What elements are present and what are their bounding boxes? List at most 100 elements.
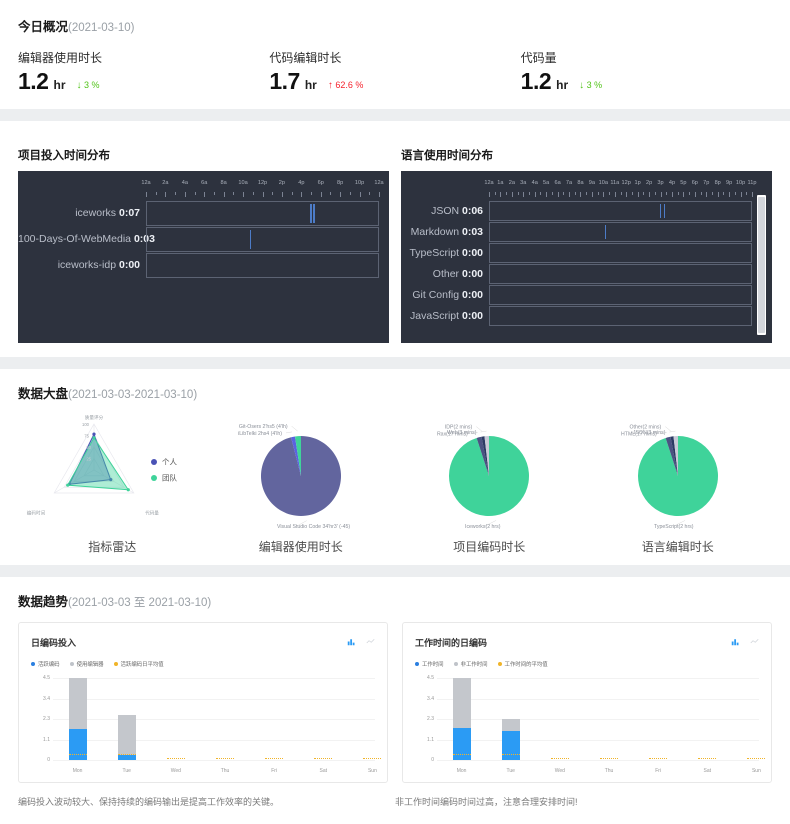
project-axis-tick — [204, 192, 206, 197]
trend-legend-item[interactable]: 工作时间 — [415, 660, 444, 668]
metric-value-row: 1.7 hr ↑ 62.6 % — [269, 70, 520, 93]
language-row-track — [489, 242, 752, 263]
trend-date-range: (2021-03-03 至 2021-03-10) — [68, 597, 212, 609]
project-axis-label: 12a — [374, 180, 384, 186]
project-row-time: 0:00 — [118, 259, 140, 271]
dashboard-card: 数据大盘(2021-03-03-2021-03-10) 质量评分 代码量 编码时间 1… — [0, 369, 790, 565]
radar-label: 75 — [85, 434, 90, 439]
language-axis-label: 3a — [520, 180, 527, 186]
pie-chart: Visual Studio Code 34'hr3' (-45) iLibTelk… — [238, 424, 350, 530]
project-row-name: iceworks — [75, 207, 119, 219]
trend-legend-label: 活跃编码日平均值 — [120, 662, 164, 668]
language-axis-tick-minor — [677, 192, 679, 195]
trend-legend-item[interactable]: 非工作时间 — [453, 660, 488, 668]
project-axis-tick-minor — [252, 192, 254, 195]
line-chart-icon[interactable] — [750, 633, 759, 651]
metric-unit: hr — [304, 78, 317, 92]
metric-delta: ↑ 62.6 % — [327, 80, 364, 91]
grid-line — [53, 678, 375, 679]
language-row-name: Git Config — [412, 288, 462, 301]
trend-bar[interactable] — [452, 678, 471, 760]
trend-legend-item[interactable]: 工作时间的平均值 — [497, 660, 548, 668]
language-axis-tick — [717, 192, 719, 197]
grid-line — [53, 719, 375, 720]
trend-legend-item[interactable]: 使用编辑器 — [69, 660, 104, 668]
trend-bar-segment-idle — [117, 715, 136, 756]
radar-caption: 指标雷达 — [88, 540, 137, 554]
trend-average-line — [550, 758, 569, 760]
language-axis-label: 6a — [554, 180, 561, 186]
radar-chart-cell: 质量评分 代码量 编码时间 100 75 50 25 个人 团队 指标雷达 — [18, 412, 207, 555]
bar-chart-icon[interactable] — [731, 633, 740, 651]
language-panel-scrollbar[interactable] — [757, 195, 766, 335]
line-chart-icon[interactable] — [366, 633, 375, 651]
x-axis-tick-label: Tue — [122, 768, 131, 774]
language-row: TypeScript 0:00 — [401, 242, 752, 263]
trend-legend-label: 工作时间的平均值 — [504, 662, 548, 668]
x-axis-tick-label: Fri — [655, 768, 662, 774]
trend-average-line — [68, 753, 87, 755]
language-row-label: TypeScript 0:00 — [401, 247, 489, 259]
radar-chart: 质量评分代码量 编码时间 100 75 50 25 个人团队 — [27, 414, 178, 516]
bar-chart-icon[interactable] — [347, 633, 356, 651]
language-axis-tick — [649, 192, 651, 197]
today-date-range: (2021-03-10) — [68, 22, 135, 34]
language-axis-tick — [603, 192, 605, 197]
language-axis-tick-minor — [734, 192, 736, 195]
language-axis-tick — [706, 192, 708, 197]
x-axis-tick-label: Sat — [319, 768, 328, 774]
radar-point — [92, 436, 96, 440]
language-axis-label: 6p — [691, 180, 698, 186]
language-axis-tick-minor — [597, 192, 599, 195]
y-axis: 4.5 — [415, 675, 437, 760]
project-axis-label: 6p — [317, 180, 324, 186]
y-axis-tick-label: 4.5 — [43, 675, 50, 681]
language-row-time: 0:00 — [461, 267, 483, 280]
radar-label: 50 — [87, 445, 92, 450]
language-axis-tick — [614, 192, 616, 197]
project-row-time: 0:07 — [118, 207, 140, 219]
radar-legend-label[interactable]: 个人 — [162, 458, 177, 467]
metric-item: 编辑器使用时长 1.2 hr ↓ 3 % — [18, 49, 269, 93]
radar-label: 25 — [87, 457, 92, 462]
trend-legend-item[interactable]: 活跃编码日平均值 — [113, 660, 164, 668]
radar-legend-label[interactable]: 团队 — [162, 474, 177, 483]
pie-leader-line — [669, 430, 676, 433]
project-axis-tick-minor — [233, 192, 235, 195]
language-axis-tick — [500, 192, 502, 197]
pie-slice-label: TypeScript(2 hrs) — [654, 524, 694, 530]
language-row-time: 0:03 — [461, 225, 483, 238]
language-axis-label: 5p — [680, 180, 687, 186]
trend-average-line — [265, 758, 284, 760]
x-axis-tick-label: Sat — [703, 768, 712, 774]
x-axis-tick-label: Wed — [170, 768, 181, 774]
language-panel-chart: 12a 1a 2a 3a 4a 5a 6a 7a 8a 9a 10a 11a 12p 1p 2p 3p 4p 5p… — [401, 171, 772, 343]
metric-value: 1.7 — [269, 68, 300, 94]
language-axis-tick-minor — [609, 192, 611, 195]
legend-dot-icon — [69, 662, 74, 666]
radar-point — [92, 432, 96, 436]
language-axis-tick-minor — [540, 192, 542, 195]
language-axis-label: 8p — [714, 180, 721, 186]
pie-leader-line — [291, 425, 298, 432]
language-row: Markdown 0:03 — [401, 221, 752, 242]
time-distribution-card: 项目投入时间分布 12a 2a 4a 6a 8a 10a 12p 2p 4p 6p 8p 10p 12a… — [0, 121, 790, 357]
language-axis: 12a 1a 2a 3a 4a 5a 6a 7a 8a 9a 10a 11a 12p 1p 2p 3p 4p 5p… — [484, 180, 756, 200]
pie-slice-label: iLibTelki 2hs4 (4'lh) — [238, 431, 282, 437]
trend-plot: 0 1.1 2.3 3.4 4.5 Mon Tue Wed Thu Fri Sat Sun — [415, 675, 766, 774]
trend-legend: 工作时间 非工作时间 工作时间的平均值 — [415, 660, 759, 668]
metric-label: 代码量 — [520, 51, 557, 65]
trend-bar[interactable] — [68, 678, 87, 760]
project-axis-tick-minor — [213, 192, 215, 195]
language-axis-tick-minor — [551, 192, 553, 195]
language-axis-tick-minor — [746, 192, 748, 195]
trend-legend-item[interactable]: 活跃编码 — [31, 660, 60, 668]
language-axis-label: 4a — [531, 180, 538, 186]
language-axis-label: 11p — [747, 180, 757, 186]
language-axis-tick-minor — [700, 192, 702, 195]
project-row-name: 100-Days-Of-WebMedia — [18, 233, 134, 245]
language-panel-title: 语言使用时间分布 — [401, 150, 493, 162]
language-row-name: TypeScript — [409, 246, 462, 259]
language-axis-label: 11a — [610, 180, 620, 186]
trend-bar-segment-idle — [501, 719, 520, 731]
